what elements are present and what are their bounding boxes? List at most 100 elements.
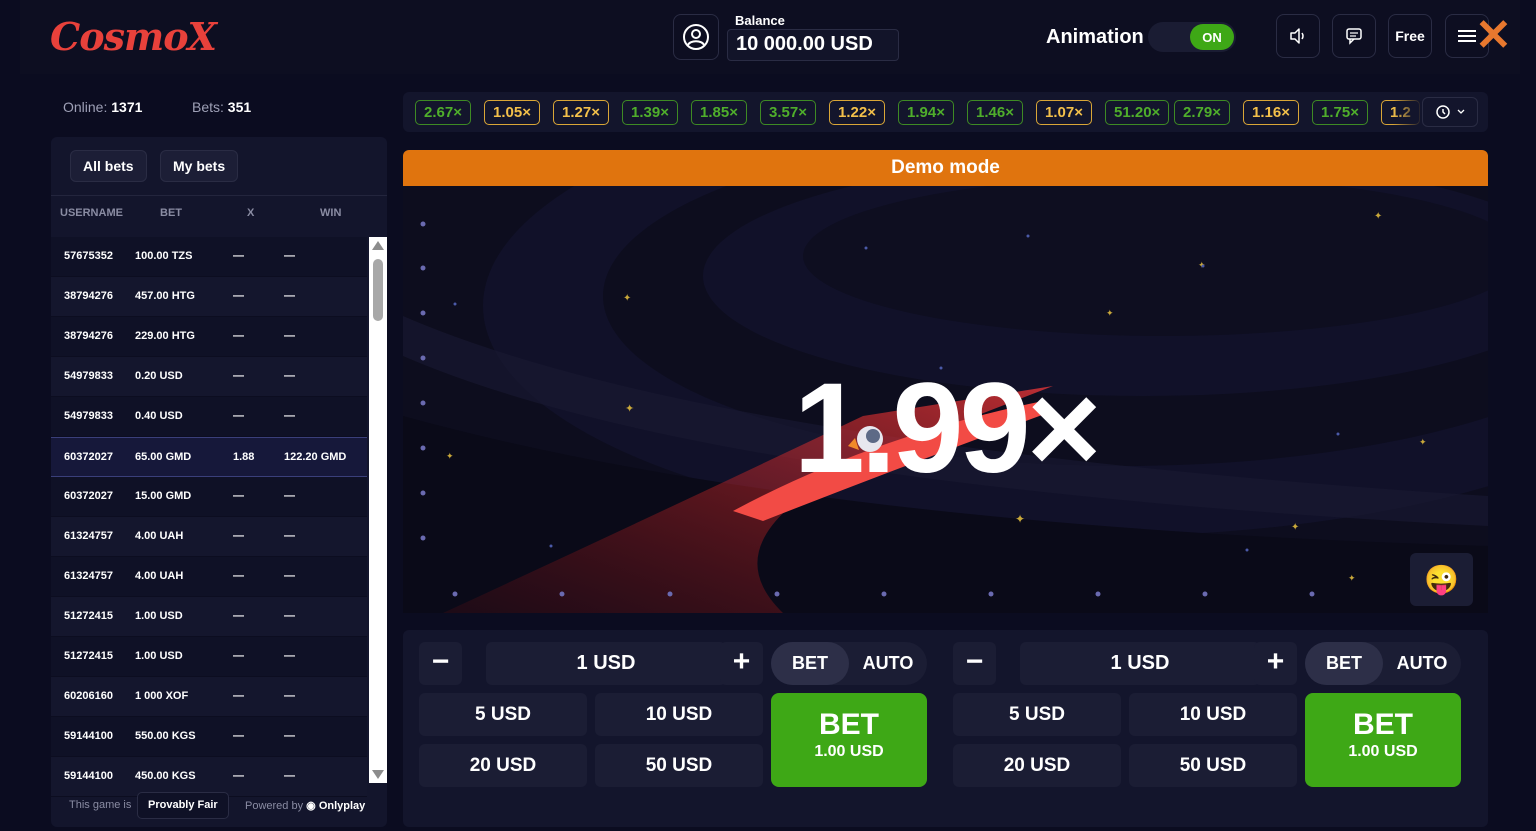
- col-username: USERNAME: [60, 207, 123, 219]
- provably-fair-button[interactable]: Provably Fair: [137, 792, 229, 819]
- win-cell: —: [284, 290, 295, 302]
- place-bet-button[interactable]: BET 1.00 USD: [771, 693, 927, 787]
- sound-button[interactable]: [1276, 14, 1320, 58]
- win-cell: 122.20 GMD: [284, 451, 347, 463]
- close-icon[interactable]: ✕: [1475, 14, 1512, 58]
- user-icon: [683, 24, 709, 50]
- mode-auto-tab[interactable]: AUTO: [1383, 642, 1461, 685]
- table-row: 51272415 1.00 USD — —: [51, 597, 367, 637]
- table-row: 38794276 229.00 HTG — —: [51, 317, 367, 357]
- bet-cell: 1.00 USD: [135, 610, 183, 622]
- quick-amount-button[interactable]: 20 USD: [953, 744, 1121, 787]
- table-row: 60206160 1 000 XOF — —: [51, 677, 367, 717]
- multiplier-cell: —: [233, 610, 244, 622]
- history-chip: 2.79×: [1174, 100, 1230, 125]
- free-button[interactable]: Free: [1388, 14, 1432, 58]
- table-row: 60372027 15.00 GMD — —: [51, 477, 367, 517]
- mode-bet-tab[interactable]: BET: [771, 642, 849, 685]
- multiplier-cell: —: [233, 690, 244, 702]
- quick-amount-button[interactable]: 50 USD: [595, 744, 763, 787]
- svg-text:✦: ✦: [1106, 308, 1114, 318]
- user-profile-button[interactable]: [673, 14, 719, 60]
- table-row: 59144100 550.00 KGS — —: [51, 717, 367, 757]
- scroll-down-icon[interactable]: [372, 770, 384, 779]
- quick-amount-button[interactable]: 5 USD: [419, 693, 587, 736]
- bet-cell: 1 000 XOF: [135, 690, 189, 702]
- quick-amount-button[interactable]: 5 USD: [953, 693, 1121, 736]
- mode-auto-tab[interactable]: AUTO: [849, 642, 927, 685]
- username-cell: 54979833: [64, 410, 113, 422]
- quick-amount-button[interactable]: 10 USD: [595, 693, 763, 736]
- balance-label: Balance: [735, 13, 785, 28]
- multiplier-cell: —: [233, 770, 244, 782]
- history-button[interactable]: [1422, 97, 1478, 127]
- scrollbar[interactable]: [369, 237, 387, 783]
- chat-icon: [1346, 28, 1362, 45]
- scroll-thumb[interactable]: [373, 259, 383, 321]
- bet-cell: 100.00 TZS: [135, 250, 193, 262]
- footer-prefix: This game is: [69, 799, 132, 811]
- bet-cell: 4.00 UAH: [135, 530, 184, 542]
- emoji-icon: 😜: [1424, 564, 1459, 595]
- increase-amount-button[interactable]: +: [1254, 642, 1297, 685]
- win-cell: —: [284, 690, 295, 702]
- history-fade: [1393, 92, 1423, 132]
- multiplier-cell: —: [233, 370, 244, 382]
- mode-bet-tab[interactable]: BET: [1305, 642, 1383, 685]
- multiplier-cell: —: [233, 490, 244, 502]
- svg-text:✦: ✦: [1015, 512, 1025, 526]
- table-row: 60372027 65.00 GMD 1.88 122.20 GMD: [51, 437, 367, 477]
- win-cell: —: [284, 610, 295, 622]
- app-root: CosmoX Balance 10 000.00 USD Animation O…: [0, 0, 1536, 831]
- sound-icon: [1290, 28, 1304, 44]
- multiplier-cell: 1.88: [233, 451, 255, 463]
- win-cell: —: [284, 570, 295, 582]
- win-cell: —: [284, 730, 295, 742]
- bet-cell: 65.00 GMD: [135, 451, 192, 463]
- bet-panel-2: − 1 USD + BET AUTO 5 USD 10 USD 20 USD 5…: [953, 630, 1463, 827]
- bets-count: Bets: 351: [192, 99, 251, 115]
- chevron-down-icon: [1457, 109, 1465, 114]
- provider-name: Onlyplay: [318, 800, 366, 812]
- quick-amount-button[interactable]: 10 USD: [1129, 693, 1297, 736]
- tab-all-bets[interactable]: All bets: [70, 150, 147, 182]
- history-icon: [1436, 105, 1450, 119]
- svg-text:✦: ✦: [1348, 573, 1356, 583]
- logo: CosmoX: [50, 14, 217, 59]
- username-cell: 51272415: [64, 610, 113, 622]
- demo-mode-banner: Demo mode: [403, 150, 1488, 186]
- decrease-amount-button[interactable]: −: [953, 642, 996, 685]
- animation-toggle-state: ON: [1190, 24, 1234, 50]
- bet-amount-input[interactable]: 1 USD: [486, 642, 726, 685]
- place-bet-button[interactable]: BET 1.00 USD: [1305, 693, 1461, 787]
- animation-toggle[interactable]: ON: [1148, 22, 1236, 52]
- tab-my-bets[interactable]: My bets: [160, 150, 239, 182]
- emoji-button[interactable]: 😜: [1410, 553, 1473, 606]
- table-row: 38794276 457.00 HTG — —: [51, 277, 367, 317]
- bet-cell: 457.00 HTG: [135, 290, 195, 302]
- increase-amount-button[interactable]: +: [720, 642, 763, 685]
- username-cell: 59144100: [64, 770, 113, 782]
- col-x: X: [247, 207, 255, 219]
- history-chip: 1.16×: [1243, 100, 1299, 125]
- bet-amount-input[interactable]: 1 USD: [1020, 642, 1260, 685]
- username-cell: 61324757: [64, 530, 113, 542]
- bets-value: 351: [227, 99, 252, 115]
- place-bet-label: BET: [1353, 708, 1413, 741]
- history-chip: 1.07×: [1036, 100, 1092, 125]
- table-row: 59144100 450.00 KGS — —: [51, 757, 367, 797]
- table-row: 57675352 100.00 TZS — —: [51, 237, 367, 277]
- quick-amount-button[interactable]: 20 USD: [419, 744, 587, 787]
- balance-value: 10 000.00 USD: [727, 29, 899, 61]
- chat-button[interactable]: [1332, 14, 1376, 58]
- bet-controls: − 1 USD + BET AUTO 5 USD 10 USD 20 USD 5…: [403, 630, 1488, 827]
- history-chip: 1.94×: [898, 100, 954, 125]
- decrease-amount-button[interactable]: −: [419, 642, 462, 685]
- history-chip: 1.27×: [553, 100, 609, 125]
- scroll-up-icon[interactable]: [372, 241, 384, 250]
- quick-amount-button[interactable]: 50 USD: [1129, 744, 1297, 787]
- username-cell: 61324757: [64, 570, 113, 582]
- bet-cell: 450.00 KGS: [135, 770, 196, 782]
- online-value: 1371: [111, 99, 143, 115]
- bet-cell: 4.00 UAH: [135, 570, 184, 582]
